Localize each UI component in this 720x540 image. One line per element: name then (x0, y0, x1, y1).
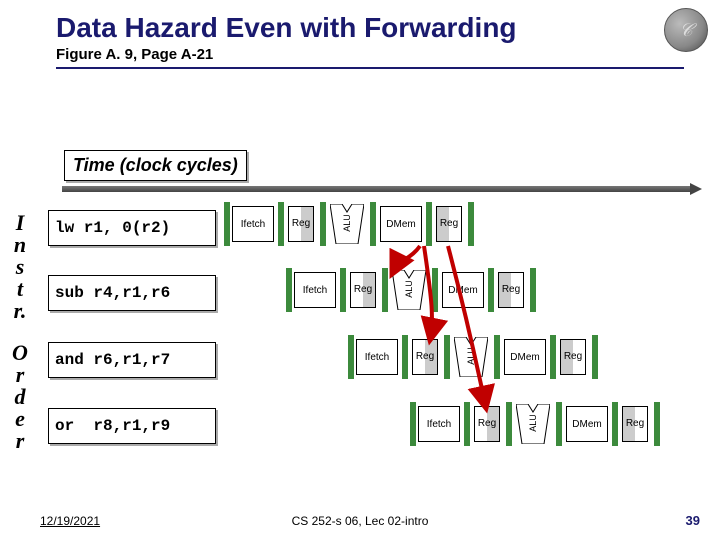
reg-label: Reg (437, 218, 461, 229)
stage-dmem: DMem (442, 272, 484, 308)
title-underline (56, 67, 684, 69)
reg-label: Reg (413, 351, 437, 362)
stage-ifetch: Ifetch (294, 272, 336, 308)
reg-label: Reg (475, 418, 499, 429)
footer-date: 12/19/2021 (40, 514, 100, 528)
time-axis-arrow (62, 186, 692, 192)
reg-label: Reg (499, 284, 523, 295)
stage-dmem: DMem (566, 406, 608, 442)
stage-ifetch: Ifetch (356, 339, 398, 375)
reg-label: Reg (561, 351, 585, 362)
side-label-instr: I n s t r. (8, 212, 32, 322)
footer-course: CS 252-s 06, Lec 02-intro (292, 514, 429, 528)
stage-reg-write: Reg (622, 406, 648, 442)
instruction-or: or r8,r1,r9 (48, 408, 216, 444)
stage-reg-write: Reg (436, 206, 462, 242)
stage-reg-write: Reg (498, 272, 524, 308)
stage-reg-write: Reg (560, 339, 586, 375)
stage-reg-read: Reg (350, 272, 376, 308)
reg-label: Reg (289, 218, 313, 229)
stage-reg-read: Reg (288, 206, 314, 242)
alu-label: ALU (466, 339, 476, 373)
alu-label: ALU (528, 406, 538, 440)
alu-label: ALU (404, 272, 414, 306)
reg-label: Reg (351, 284, 375, 295)
stage-alu: ALU (516, 404, 550, 444)
stage-dmem: DMem (380, 206, 422, 242)
stage-ifetch: Ifetch (232, 206, 274, 242)
university-logo: 𝒞 (664, 8, 708, 52)
slide-title: Data Hazard Even with Forwarding (56, 12, 704, 44)
instruction-lw: lw r1, 0(r2) (48, 210, 216, 246)
slide-root: 𝒞 Data Hazard Even with Forwarding Figur… (0, 0, 720, 540)
footer-page-number: 39 (686, 513, 700, 528)
reg-label: Reg (623, 418, 647, 429)
side-label-order: O r d e r (8, 342, 32, 452)
stage-dmem: DMem (504, 339, 546, 375)
slide-subtitle: Figure A. 9, Page A-21 (56, 46, 704, 63)
stage-alu: ALU (454, 337, 488, 377)
stage-ifetch: Ifetch (418, 406, 460, 442)
stage-alu: ALU (392, 270, 426, 310)
time-axis-label: Time (clock cycles) (64, 150, 247, 181)
instruction-and: and r6,r1,r7 (48, 342, 216, 378)
stage-alu: ALU (330, 204, 364, 244)
stage-reg-read: Reg (412, 339, 438, 375)
alu-label: ALU (342, 206, 352, 240)
instruction-sub: sub r4,r1,r6 (48, 275, 216, 311)
hazard-arrows (0, 0, 720, 540)
stage-reg-read: Reg (474, 406, 500, 442)
